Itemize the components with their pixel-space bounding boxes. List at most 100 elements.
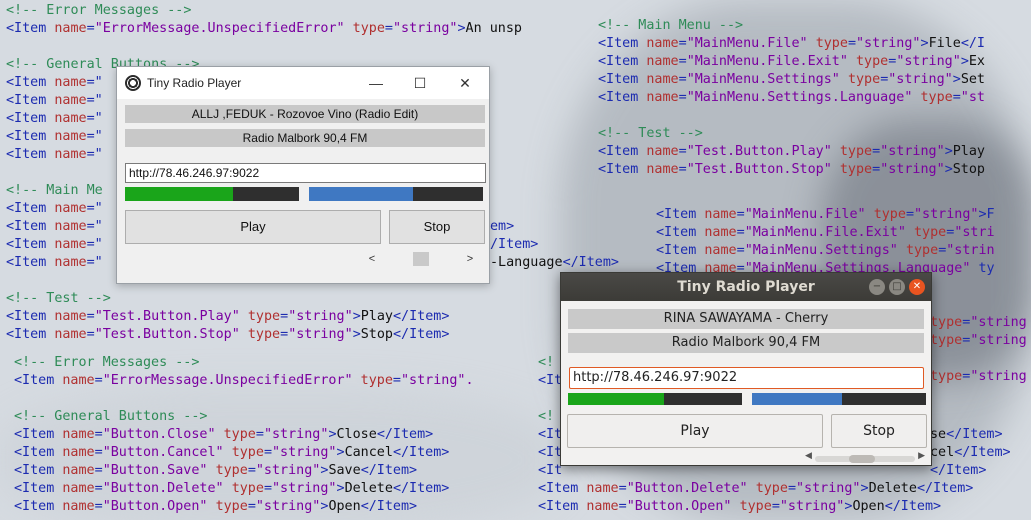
stream-url-input[interactable]: http://78.46.246.97:9022 bbox=[125, 163, 486, 183]
code-block-bottom-left: <!-- Error Messages --> <Item name="Error… bbox=[14, 354, 474, 516]
code-token: Play bbox=[952, 144, 985, 159]
code-token: "Button.Close" bbox=[102, 427, 216, 442]
code-line: <Item name="Test.Button.Play" type="stri… bbox=[598, 143, 985, 161]
scroll-right-icon[interactable]: > bbox=[463, 251, 477, 267]
code-line: <Item name="ErrorMessage.UnspecifiedErro… bbox=[14, 372, 474, 390]
code-token: "MainMenu.Settings" bbox=[744, 243, 898, 258]
code-token: <!-- Main Me bbox=[6, 183, 103, 198]
radio-player-window-ubuntu[interactable]: Tiny Radio Player − □ ✕ RINA SAWAYAMA - … bbox=[560, 272, 932, 466]
title-bar[interactable]: Tiny Radio Player — ☐ ✕ bbox=[117, 67, 489, 99]
code-token: =" bbox=[86, 129, 103, 144]
code-token: =" bbox=[86, 93, 103, 108]
code-token: <It bbox=[538, 445, 563, 460]
close-icon[interactable]: ✕ bbox=[909, 279, 925, 295]
code-token: type bbox=[856, 54, 889, 69]
code-token: name bbox=[62, 499, 95, 514]
code-token: "string" bbox=[272, 445, 337, 460]
code-token: "MainMenu.File" bbox=[686, 36, 808, 51]
horizontal-scrollbar[interactable]: ◀ ▶ bbox=[805, 451, 925, 464]
code-block-right-middle: <Item name="MainMenu.File" type="string"… bbox=[656, 206, 995, 278]
code-token: "st bbox=[960, 90, 985, 105]
code-token: <Item bbox=[598, 144, 647, 159]
minimize-icon[interactable]: − bbox=[869, 279, 885, 295]
code-token: <Item bbox=[14, 427, 63, 442]
code-token: = bbox=[94, 499, 103, 514]
scroll-thumb[interactable] bbox=[849, 455, 875, 463]
scroll-left-icon[interactable]: < bbox=[365, 251, 379, 267]
code-token: "ErrorMessage.UnspecifiedError" bbox=[102, 373, 353, 388]
title-bar[interactable]: Tiny Radio Player − □ ✕ bbox=[561, 273, 931, 301]
code-token: File bbox=[928, 36, 961, 51]
code-token: /Item> bbox=[490, 237, 539, 252]
code-token: </I bbox=[960, 36, 985, 51]
stream-url-input[interactable]: http://78.46.246.97:9022 bbox=[569, 367, 924, 389]
code-token: <Item bbox=[6, 309, 55, 324]
code-line: <!-- Test --> bbox=[6, 290, 522, 308]
stop-button[interactable]: Stop bbox=[389, 210, 485, 244]
code-token: "string" bbox=[796, 481, 861, 496]
code-token: > bbox=[352, 309, 361, 324]
code-token: <Item bbox=[656, 207, 705, 222]
maximize-icon[interactable]: ☐ bbox=[409, 73, 431, 93]
code-line: <Item name="MainMenu.File.Exit" type="st… bbox=[598, 53, 985, 71]
code-line: <Item name="Button.Cancel" type="string"… bbox=[14, 444, 474, 462]
scroll-left-icon[interactable]: ◀ bbox=[805, 451, 812, 461]
play-button[interactable]: Play bbox=[567, 414, 823, 448]
code-token: type bbox=[215, 499, 248, 514]
code-token: Delete bbox=[868, 481, 917, 496]
scroll-thumb[interactable] bbox=[413, 252, 429, 266]
code-token: "string" bbox=[272, 481, 337, 496]
code-token: Delete bbox=[344, 481, 393, 496]
code-token: name bbox=[646, 90, 679, 105]
code-token: "Test.Button.Play" bbox=[686, 144, 832, 159]
close-icon[interactable]: ✕ bbox=[454, 73, 476, 93]
code-token: =" bbox=[86, 201, 103, 216]
code-token: <Item bbox=[656, 243, 705, 258]
radio-player-window-windows[interactable]: Tiny Radio Player — ☐ ✕ ALLJ ,FEDUK - Ro… bbox=[116, 66, 490, 284]
code-line: <Item name="MainMenu.File" type="string"… bbox=[656, 206, 995, 224]
code-token: = bbox=[86, 21, 95, 36]
code-line: <Item name="MainMenu.Settings.Language" … bbox=[598, 89, 985, 107]
code-token: =" bbox=[86, 75, 103, 90]
code-token: = bbox=[618, 499, 627, 514]
code-token: name bbox=[54, 201, 87, 216]
code-token: > bbox=[960, 54, 969, 69]
code-token: "strin bbox=[946, 243, 995, 258]
minimize-icon[interactable]: — bbox=[365, 73, 387, 93]
code-line: type="string bbox=[930, 314, 1027, 332]
code-token: Cancel bbox=[344, 445, 393, 460]
code-line: <Item name="MainMenu.Settings" type="str… bbox=[656, 242, 995, 260]
code-token: <Item bbox=[6, 93, 55, 108]
code-token: <Item bbox=[598, 72, 647, 87]
code-token: </Item> bbox=[954, 445, 1011, 460]
code-token: "MainMenu.File.Exit" bbox=[686, 54, 848, 69]
left-level-meter bbox=[125, 187, 299, 201]
code-token: <!-- Test --> bbox=[598, 126, 703, 141]
play-button[interactable]: Play bbox=[125, 210, 381, 244]
maximize-icon[interactable]: □ bbox=[889, 279, 905, 295]
scroll-right-icon[interactable]: ▶ bbox=[918, 451, 925, 461]
code-token: <Item bbox=[14, 463, 63, 478]
code-token: <Item bbox=[6, 255, 55, 270]
stop-button[interactable]: Stop bbox=[831, 414, 927, 448]
code-token: "string" bbox=[255, 499, 321, 514]
code-token: <Item bbox=[598, 90, 647, 105]
code-token: <!-- Error Messages --> bbox=[6, 3, 192, 18]
code-token: name bbox=[704, 225, 737, 240]
code-token: =" bbox=[86, 255, 103, 270]
code-token: = bbox=[678, 36, 687, 51]
horizontal-scrollbar[interactable]: < > bbox=[365, 251, 477, 267]
code-token: ty bbox=[970, 261, 995, 276]
code-token: Play bbox=[360, 309, 393, 324]
code-line: <Item name="Button.Open" type="string">O… bbox=[538, 498, 973, 516]
left-level-fill bbox=[125, 187, 233, 201]
code-token: > bbox=[944, 144, 953, 159]
code-token: <Item bbox=[656, 225, 705, 240]
code-token: =" bbox=[86, 147, 103, 162]
code-token: = bbox=[255, 427, 264, 442]
